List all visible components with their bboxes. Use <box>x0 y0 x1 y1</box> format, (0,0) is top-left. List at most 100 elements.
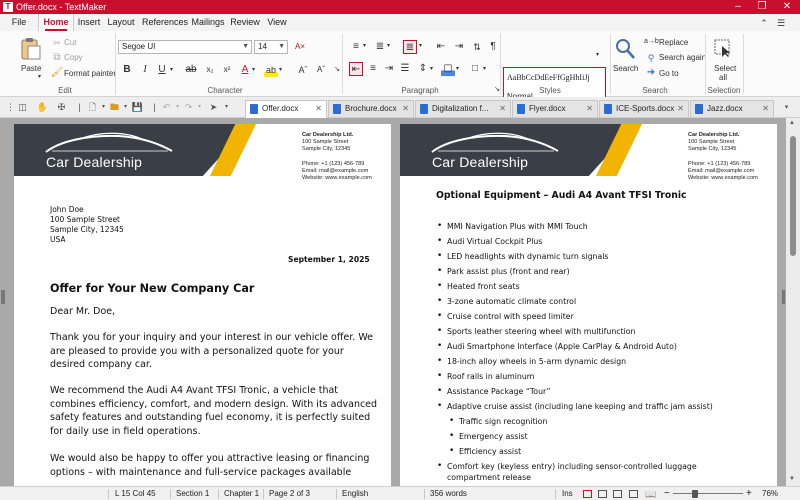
justify-icon[interactable]: ☰ <box>398 62 412 76</box>
cut-icon[interactable]: ✂ <box>50 36 64 50</box>
select-all-label-1[interactable]: Select <box>714 64 736 73</box>
left-splitter-handle[interactable] <box>1 290 5 304</box>
tab-list-dropdown-icon[interactable]: ▾ <box>780 101 793 114</box>
zoom-in-icon[interactable]: + <box>746 487 752 500</box>
outline-view-icon[interactable] <box>613 490 622 498</box>
save-icon[interactable]: 💾 <box>131 101 144 114</box>
copy-icon[interactable]: ⧉ <box>50 51 64 65</box>
scroll-up-icon[interactable]: ▲ <box>789 120 795 126</box>
underline-icon[interactable]: U <box>155 63 169 77</box>
close-tab-icon[interactable]: ✕ <box>499 101 506 116</box>
search-button-label[interactable]: Search <box>613 64 638 73</box>
hand-tool-icon[interactable]: ✋ <box>36 101 49 114</box>
paste-icon[interactable] <box>20 37 42 61</box>
align-center-icon[interactable]: ≡ <box>366 62 380 76</box>
strikethrough-icon[interactable]: ab <box>184 63 198 77</box>
sidebar-toggle-icon[interactable]: ◫ <box>16 101 29 114</box>
pointer-icon[interactable]: ➤ <box>207 101 220 114</box>
close-tab-icon[interactable]: ✕ <box>402 101 409 116</box>
paste-button-label[interactable]: Paste <box>21 64 41 73</box>
book-view-icon[interactable]: 📖 <box>645 487 656 500</box>
ribbon-menu-icon[interactable]: ☰ <box>774 16 788 30</box>
paragraph-dialog-icon[interactable]: ↘ <box>490 83 504 97</box>
doc-tab-flyer[interactable]: Flyer.docx ✕ <box>512 100 598 117</box>
outline-list-icon[interactable]: ≣ <box>403 40 417 54</box>
word-count[interactable]: 356 words <box>430 487 467 500</box>
align-left-icon[interactable]: ⇤ <box>349 62 363 76</box>
close-tab-icon[interactable]: ✕ <box>586 101 593 116</box>
scroll-down-icon[interactable]: ▼ <box>789 476 795 482</box>
italic-icon[interactable]: I <box>138 63 152 77</box>
tab-layout[interactable]: Layout <box>106 14 136 31</box>
increase-indent-icon[interactable]: ⇥ <box>452 40 466 54</box>
normal-view-icon[interactable] <box>583 490 592 498</box>
close-tab-icon[interactable]: ✕ <box>762 101 769 116</box>
maximize-button[interactable]: ❐ <box>750 0 774 14</box>
shrink-font-icon[interactable]: Aˇ <box>314 63 328 77</box>
search-icon[interactable] <box>614 37 636 61</box>
borders-icon[interactable]: □ <box>468 62 482 76</box>
numbering-dropdown-icon[interactable]: ▾ <box>387 42 390 49</box>
tab-references[interactable]: References <box>142 14 188 31</box>
tab-home[interactable]: Home <box>38 14 74 31</box>
page-2[interactable]: Car Dealership Car Dealership Ltd. 100 S… <box>400 124 777 486</box>
line-spacing-icon[interactable]: ⇕ <box>416 62 430 76</box>
sort-icon[interactable]: ⇅ <box>470 40 484 54</box>
close-tab-icon[interactable]: ✕ <box>315 101 322 116</box>
vertical-scrollbar[interactable]: ▲ ▼ <box>786 118 800 486</box>
select-all-icon[interactable] <box>713 38 733 58</box>
doc-tab-brochure[interactable]: Brochure.docx ✕ <box>328 100 414 117</box>
tab-insert[interactable]: Insert <box>76 14 102 31</box>
paste-dropdown-icon[interactable]: ▾ <box>38 73 41 80</box>
font-color-icon[interactable]: A <box>238 63 252 77</box>
highlight-dropdown-icon[interactable]: ▾ <box>279 66 282 73</box>
tab-view[interactable]: View <box>265 14 289 31</box>
format-painter-button[interactable]: Format painter <box>64 69 116 78</box>
clear-formatting-icon[interactable]: A× <box>293 40 307 54</box>
bullets-icon[interactable]: ≡ <box>349 40 363 54</box>
numbering-icon[interactable]: ≣ <box>373 40 387 54</box>
chevron-up-icon[interactable]: ⌃ <box>757 16 771 30</box>
borders-dropdown-icon[interactable]: ▾ <box>483 65 486 72</box>
subscript-icon[interactable]: x₂ <box>203 63 217 77</box>
page-view-icon[interactable] <box>598 490 607 498</box>
search-again-button[interactable]: Search again <box>659 53 706 62</box>
tab-review[interactable]: Review <box>230 14 260 31</box>
scrollbar-thumb[interactable] <box>790 136 796 256</box>
zoom-level[interactable]: 76% <box>762 487 778 500</box>
doc-tab-digitalization[interactable]: Digitalization f... ✕ <box>415 100 511 117</box>
tab-file[interactable]: File <box>4 14 34 31</box>
zoom-slider-thumb[interactable] <box>692 490 698 498</box>
replace-button[interactable]: Replace <box>659 38 688 47</box>
font-name-combo[interactable]: Segoe UI ▼ <box>118 40 252 54</box>
tab-mailings[interactable]: Mailings <box>190 14 226 31</box>
minimize-button[interactable]: – <box>726 0 750 14</box>
grow-font-icon[interactable]: Aˆ <box>296 63 310 77</box>
pilcrow-icon[interactable]: ¶ <box>486 40 500 54</box>
copy-button[interactable]: Copy <box>64 53 83 62</box>
styles-dropdown-icon[interactable]: ▾ <box>596 51 599 58</box>
outline-dropdown-icon[interactable]: ▾ <box>419 42 422 49</box>
shading-dropdown-icon[interactable]: ▾ <box>456 65 459 72</box>
doc-tab-ice-sports[interactable]: ICE-Sports.docx ✕ <box>599 100 689 117</box>
insert-mode[interactable]: Ins <box>562 487 573 500</box>
format-painter-icon[interactable]: 🖌 <box>50 66 64 80</box>
doc-tab-offer[interactable]: Offer.docx ✕ <box>245 100 327 118</box>
document-area[interactable]: Car Dealership Car Dealership Ltd. 100 S… <box>0 118 800 486</box>
page-1[interactable]: Car Dealership Car Dealership Ltd. 100 S… <box>14 124 391 486</box>
decrease-indent-icon[interactable]: ⇤ <box>434 40 448 54</box>
underline-dropdown-icon[interactable]: ▾ <box>170 66 173 73</box>
close-window-button[interactable]: ✕ <box>775 0 799 14</box>
superscript-icon[interactable]: x² <box>220 63 234 77</box>
select-all-label-2[interactable]: all <box>719 73 727 82</box>
line-spacing-dropdown-icon[interactable]: ▾ <box>430 65 433 72</box>
align-right-icon[interactable]: ⇥ <box>382 62 396 76</box>
language-indicator[interactable]: English <box>342 487 368 500</box>
goto-button[interactable]: Go to <box>659 69 679 78</box>
highlight-icon[interactable]: ab <box>264 63 278 77</box>
bullets-dropdown-icon[interactable]: ▾ <box>363 42 366 49</box>
cut-button[interactable]: Cut <box>64 38 76 47</box>
font-color-dropdown-icon[interactable]: ▾ <box>252 66 255 73</box>
close-tab-icon[interactable]: ✕ <box>677 101 684 116</box>
redo-dropdown-icon[interactable]: ▾ <box>193 101 206 114</box>
